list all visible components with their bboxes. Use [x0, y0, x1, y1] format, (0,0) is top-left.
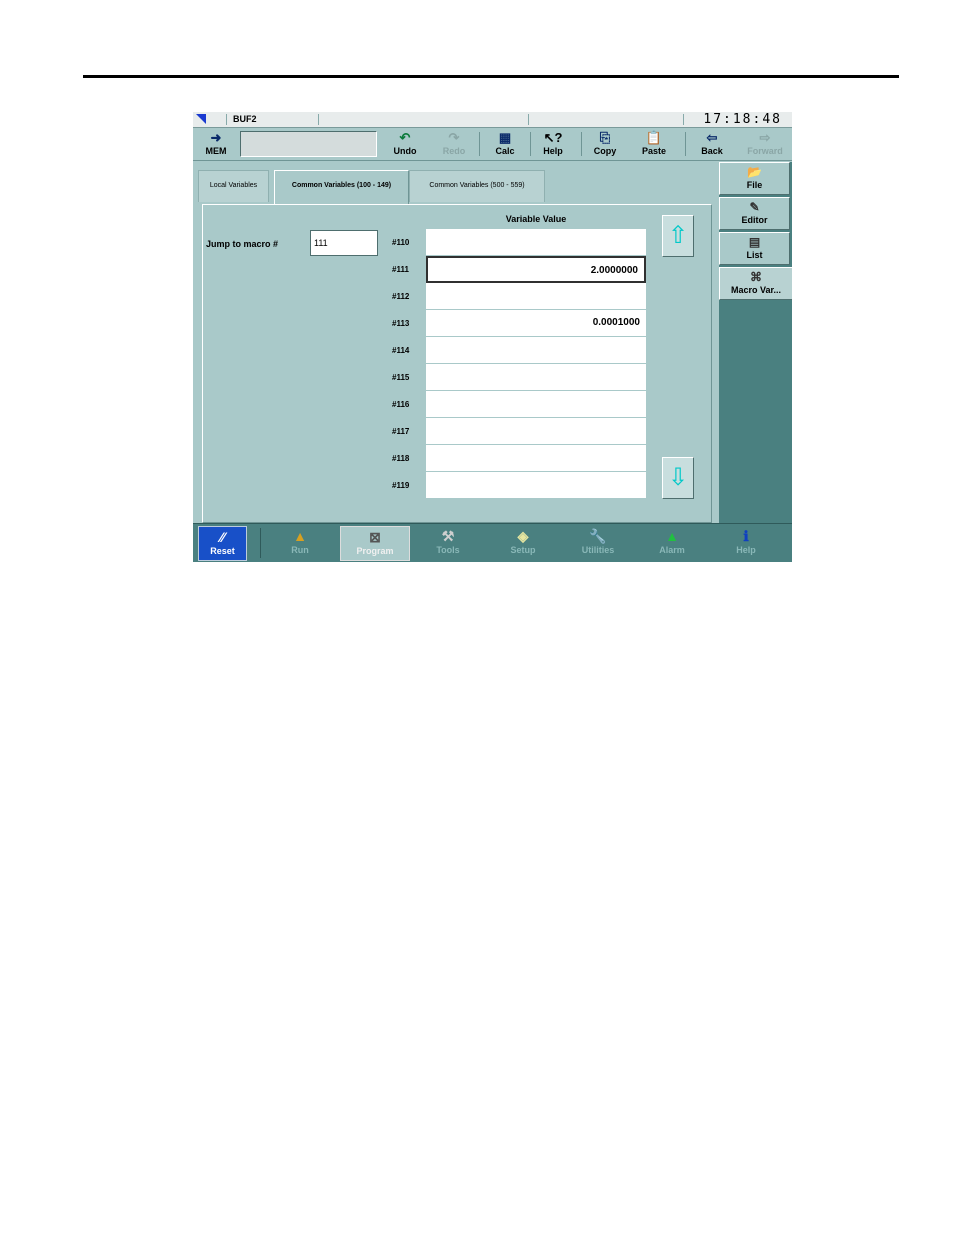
down-arrow-icon: ⇩ [667, 464, 689, 491]
variable-name: #110 [392, 238, 410, 247]
variable-name: #114 [392, 346, 410, 355]
sidebar-item-macro-variables[interactable]: ⌘ Macro Var... [719, 267, 792, 300]
variable-value-cell[interactable] [426, 337, 646, 364]
calc-button[interactable]: ▦ Calc [487, 129, 523, 159]
copy-button[interactable]: ⎘ Copy [587, 129, 623, 159]
buffer-name: BUF2 [233, 114, 257, 124]
sidebar-item-list[interactable]: ▤ List [719, 232, 790, 265]
reset-button[interactable]: ⁄⁄ Reset [198, 526, 247, 561]
undo-icon: ↶ [399, 130, 411, 145]
tab-local-variables[interactable]: Local Variables [198, 170, 269, 202]
copy-icon: ⎘ [599, 130, 611, 145]
tools-icon: ⚒ [441, 528, 455, 544]
up-arrow-icon: ⇧ [667, 222, 689, 249]
program-sidebar: 📂 File ✎ Editor ▤ List ⌘ Macro Var... [719, 162, 792, 527]
tab-common-variables-100[interactable]: Common Variables (100 - 149) [274, 170, 409, 204]
variable-value-cell[interactable] [426, 391, 646, 418]
variable-table: #110 #111 2.0000000 #112 #113 0.0001000 … [392, 229, 646, 499]
variable-row[interactable]: #119 [392, 472, 646, 499]
variable-value-cell[interactable] [426, 283, 646, 310]
undo-button[interactable]: ↶ Undo [387, 129, 423, 159]
jump-to-macro-input[interactable] [310, 230, 378, 256]
variable-row[interactable]: #118 [392, 445, 646, 472]
variable-name: #116 [392, 400, 410, 409]
variable-name: #115 [392, 373, 410, 382]
nav-tools[interactable]: ⚒ Tools [413, 526, 483, 561]
variable-value-cell[interactable]: 2.0000000 [426, 256, 646, 283]
variable-value-header: Variable Value [505, 214, 567, 224]
page-top-rule [83, 75, 899, 78]
variable-row[interactable]: #117 [392, 418, 646, 445]
variable-name: #111 [392, 265, 409, 274]
scroll-up-button[interactable]: ⇧ [662, 215, 694, 257]
list-icon: ▤ [748, 235, 761, 249]
folder-icon: 📂 [747, 165, 762, 179]
forward-arrow-icon: ⇨ [759, 130, 771, 145]
variable-name: #112 [392, 292, 410, 301]
nav-setup[interactable]: ◈ Setup [488, 526, 558, 561]
reset-icon: ⁄⁄ [220, 529, 225, 545]
nav-help[interactable]: ℹ Help [711, 526, 781, 561]
nav-run[interactable]: ▲ Run [265, 526, 335, 561]
editor-icon: ✎ [749, 200, 760, 214]
calculator-icon: ▦ [498, 130, 512, 145]
sidebar-item-editor[interactable]: ✎ Editor [719, 197, 790, 230]
paste-icon: 📋 [645, 130, 663, 145]
variable-value-cell[interactable] [426, 418, 646, 445]
title-bar: BUF2 17:18:48 [193, 112, 792, 128]
back-arrow-icon: ⇦ [706, 130, 718, 145]
clock-display: 17:18:48 [703, 112, 782, 127]
redo-icon: ↷ [448, 130, 460, 145]
logo-icon [196, 114, 206, 124]
bottom-nav: ⁄⁄ Reset ▲ Run ⊠ Program ⚒ Tools ◈ Setup… [193, 523, 792, 562]
run-icon: ▲ [293, 528, 307, 544]
program-icon: ⊠ [369, 529, 381, 545]
variable-value-cell[interactable] [426, 364, 646, 391]
jump-to-macro-label: Jump to macro # [206, 239, 279, 249]
variable-value-cell[interactable] [426, 445, 646, 472]
variable-row[interactable]: #114 [392, 337, 646, 364]
wrench-icon: 🔧 [589, 528, 607, 544]
variable-row[interactable]: #116 [392, 391, 646, 418]
variable-value-cell[interactable]: 0.0001000 [426, 310, 646, 337]
alarm-light-icon: ▲ [665, 528, 679, 544]
variable-row[interactable]: #112 [392, 283, 646, 310]
sidebar-item-file[interactable]: 📂 File [719, 162, 790, 195]
cnc-screen: BUF2 17:18:48 ➜ MEM ↶ Undo ↷ Redo ▦ Calc… [193, 112, 792, 562]
variable-name: #113 [392, 319, 410, 328]
variable-value-cell[interactable] [426, 229, 646, 256]
back-button[interactable]: ⇦ Back [695, 129, 729, 159]
variable-name: #119 [392, 481, 410, 490]
paste-button[interactable]: 📋 Paste [636, 129, 672, 159]
variable-row-selected[interactable]: #111 2.0000000 [392, 256, 646, 283]
mem-display-field [240, 131, 377, 157]
nav-utilities[interactable]: 🔧 Utilities [563, 526, 633, 561]
forward-button[interactable]: ⇨ Forward [741, 129, 789, 159]
toolbar: ➜ MEM ↶ Undo ↷ Redo ▦ Calc ↖? Help ⎘ Cop… [193, 128, 792, 161]
help-pointer-icon: ↖? [543, 130, 563, 145]
scroll-down-button[interactable]: ⇩ [662, 457, 694, 499]
setup-icon: ◈ [517, 528, 529, 544]
help-button[interactable]: ↖? Help [535, 129, 571, 159]
variable-row[interactable]: #110 [392, 229, 646, 256]
variable-name: #117 [392, 427, 410, 436]
info-icon: ℹ [743, 528, 749, 544]
variable-row[interactable]: #113 0.0001000 [392, 310, 646, 337]
mem-enter-icon: ➜ [210, 130, 222, 145]
redo-button[interactable]: ↷ Redo [436, 129, 472, 159]
variable-name: #118 [392, 454, 410, 463]
variable-row[interactable]: #115 [392, 364, 646, 391]
variable-value-cell[interactable] [426, 472, 646, 499]
nav-program[interactable]: ⊠ Program [340, 526, 410, 561]
macro-variable-icon: ⌘ [750, 270, 762, 284]
mem-button[interactable]: ➜ MEM [199, 129, 233, 159]
tab-common-variables-500[interactable]: Common Variables (500 - 559) [409, 170, 545, 202]
nav-alarm[interactable]: ▲ Alarm [637, 526, 707, 561]
